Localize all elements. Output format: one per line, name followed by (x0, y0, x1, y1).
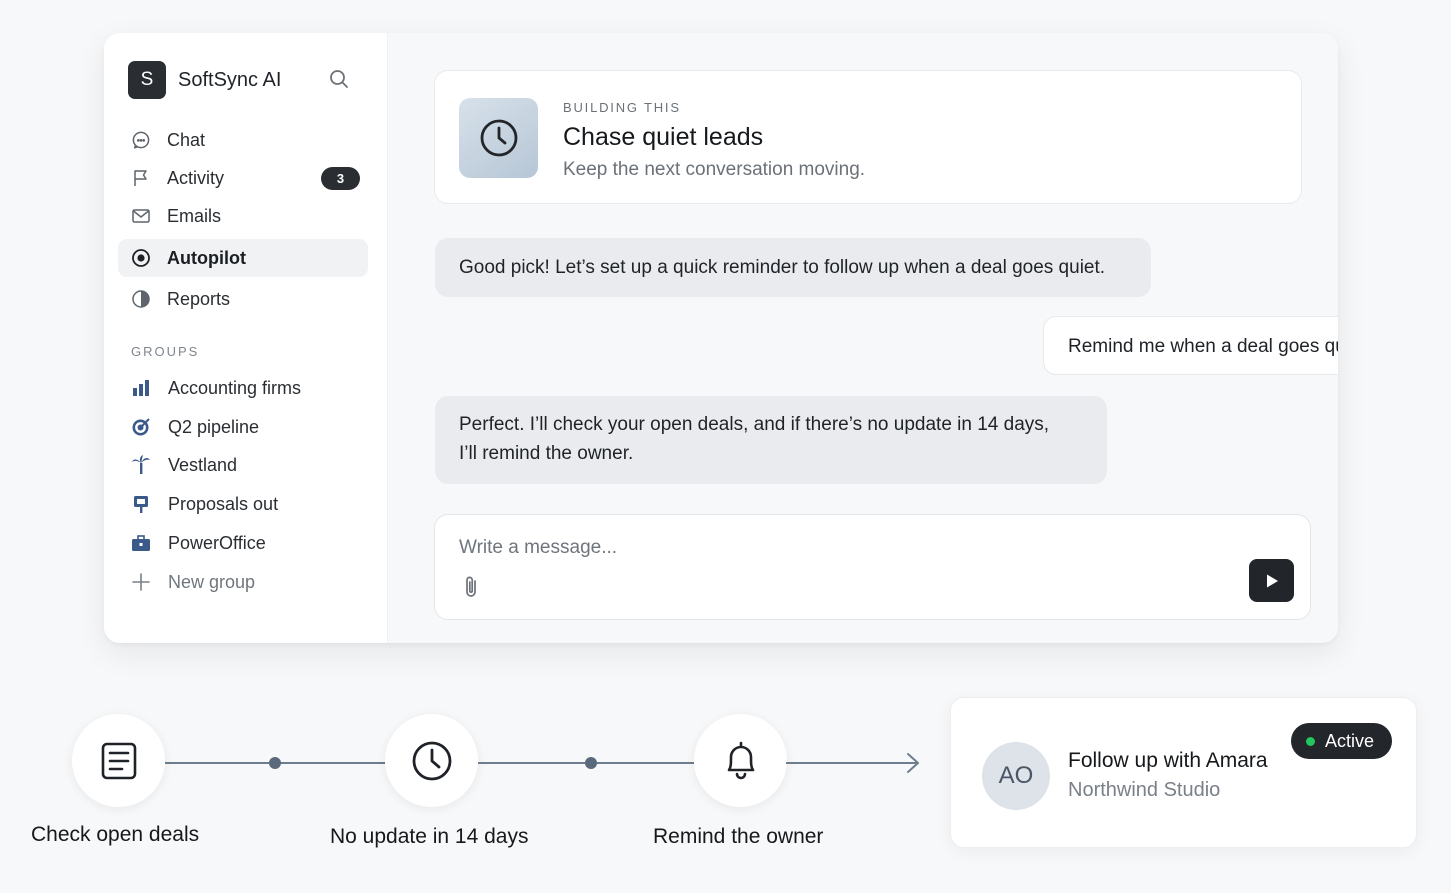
assistant-message: Perfect. I’ll check your open deals, and… (435, 396, 1107, 484)
play-send-icon (1266, 574, 1278, 587)
pie-chart-icon (131, 289, 151, 309)
app-window: S SoftSync AI Chat Activity 3 Emails Aut… (104, 33, 1338, 643)
flow-dot (585, 757, 597, 769)
chat-bubble-icon (131, 130, 151, 150)
flag-icon (131, 168, 151, 188)
search-button[interactable] (328, 68, 350, 90)
group-item-proposals-out[interactable]: Proposals out (118, 485, 368, 523)
document-icon (101, 742, 136, 779)
app-name: SoftSync AI (178, 69, 282, 91)
new-group-button[interactable]: New group (118, 563, 368, 601)
task-company: Northwind Studio (1068, 779, 1221, 801)
briefcase-icon (131, 533, 151, 553)
nav-item-reports[interactable]: Reports (118, 280, 368, 318)
status-badge: Active (1291, 723, 1392, 759)
group-label: Vestland (168, 454, 238, 475)
message-text: Remind me when a deal goes quiet. (1068, 336, 1338, 357)
group-item-poweroffice[interactable]: PowerOffice (118, 524, 368, 562)
status-dot (1306, 736, 1315, 746)
follow-up-task-card[interactable]: AO Follow up with Amara Northwind Studio… (950, 697, 1417, 848)
task-title: Follow up with Amara (1068, 749, 1268, 772)
group-label: PowerOffice (168, 532, 266, 553)
bullseye-icon (131, 417, 151, 437)
flow-step-label: Check open deals (31, 823, 200, 846)
attach-button[interactable] (463, 574, 481, 600)
plus-icon (131, 572, 151, 592)
sidebar: S SoftSync AI Chat Activity 3 Emails Aut… (104, 33, 388, 643)
message-text-line: Perfect. I’ll check your open deals, and… (459, 414, 1050, 435)
group-item-vestland[interactable]: Vestland (118, 446, 368, 484)
nav-item-activity[interactable]: Activity 3 (118, 159, 368, 197)
groups-heading: GROUPS (131, 344, 200, 359)
bar-chart-icon (131, 378, 151, 398)
nav-label: Activity (167, 167, 225, 188)
nav-item-autopilot[interactable]: Autopilot (118, 239, 368, 277)
header-title: Chase quiet leads (563, 123, 764, 151)
flow-step-label: Remind the owner (653, 825, 824, 848)
user-message: Remind me when a deal goes quiet. (1043, 316, 1338, 375)
group-label: Q2 pipeline (168, 416, 260, 437)
clock-icon (412, 741, 451, 780)
message-composer (434, 514, 1311, 620)
search-icon (330, 70, 348, 88)
group-label: New group (168, 571, 256, 592)
nav-item-chat[interactable]: Chat (118, 121, 368, 159)
assistant-message: Good pick! Let’s set up a quick reminder… (435, 238, 1151, 297)
paperclip-icon (466, 576, 476, 597)
nav-item-emails[interactable]: Emails (118, 197, 368, 235)
message-input[interactable] (459, 535, 1159, 561)
avatar: AO (982, 742, 1050, 810)
target-icon (131, 248, 151, 268)
group-item-q2-pipeline[interactable]: Q2 pipeline (118, 408, 368, 446)
send-button[interactable] (1249, 559, 1294, 602)
mail-icon (131, 206, 151, 226)
flow-step-label: No update in 14 days (330, 825, 529, 848)
pushpin-icon (131, 494, 151, 514)
group-label: Accounting firms (168, 377, 302, 398)
app-logo: S (128, 61, 166, 99)
nav-label: Chat (167, 129, 206, 150)
header-eyebrow: BUILDING THIS (563, 100, 681, 115)
flow-dot (269, 757, 281, 769)
bell-icon (727, 741, 754, 779)
flow-arrow (786, 753, 919, 773)
nav-label: Reports (167, 288, 231, 309)
message-text: Good pick! Let’s set up a quick reminder… (459, 257, 1106, 278)
nav-label: Emails (167, 205, 222, 226)
flow-step-no-update (385, 714, 478, 807)
status-label: Active (1325, 730, 1375, 751)
chat-pane: BUILDING THIS Chase quiet leads Keep the… (388, 33, 1338, 643)
automation-tile (459, 98, 538, 178)
activity-count-badge: 3 (321, 167, 360, 190)
group-label: Proposals out (168, 493, 279, 514)
header-subtitle: Keep the next conversation moving. (563, 159, 866, 180)
automation-header-card: BUILDING THIS Chase quiet leads Keep the… (434, 70, 1302, 204)
group-item-accounting-firms[interactable]: Accounting firms (118, 369, 368, 407)
flow-step-remind-owner (694, 714, 787, 807)
nav-label: Autopilot (167, 247, 246, 268)
palm-tree-icon (131, 455, 151, 475)
flow-step-check-open-deals (72, 714, 165, 807)
clock-icon (480, 119, 517, 157)
message-text-line: I’ll remind the owner. (459, 443, 634, 464)
